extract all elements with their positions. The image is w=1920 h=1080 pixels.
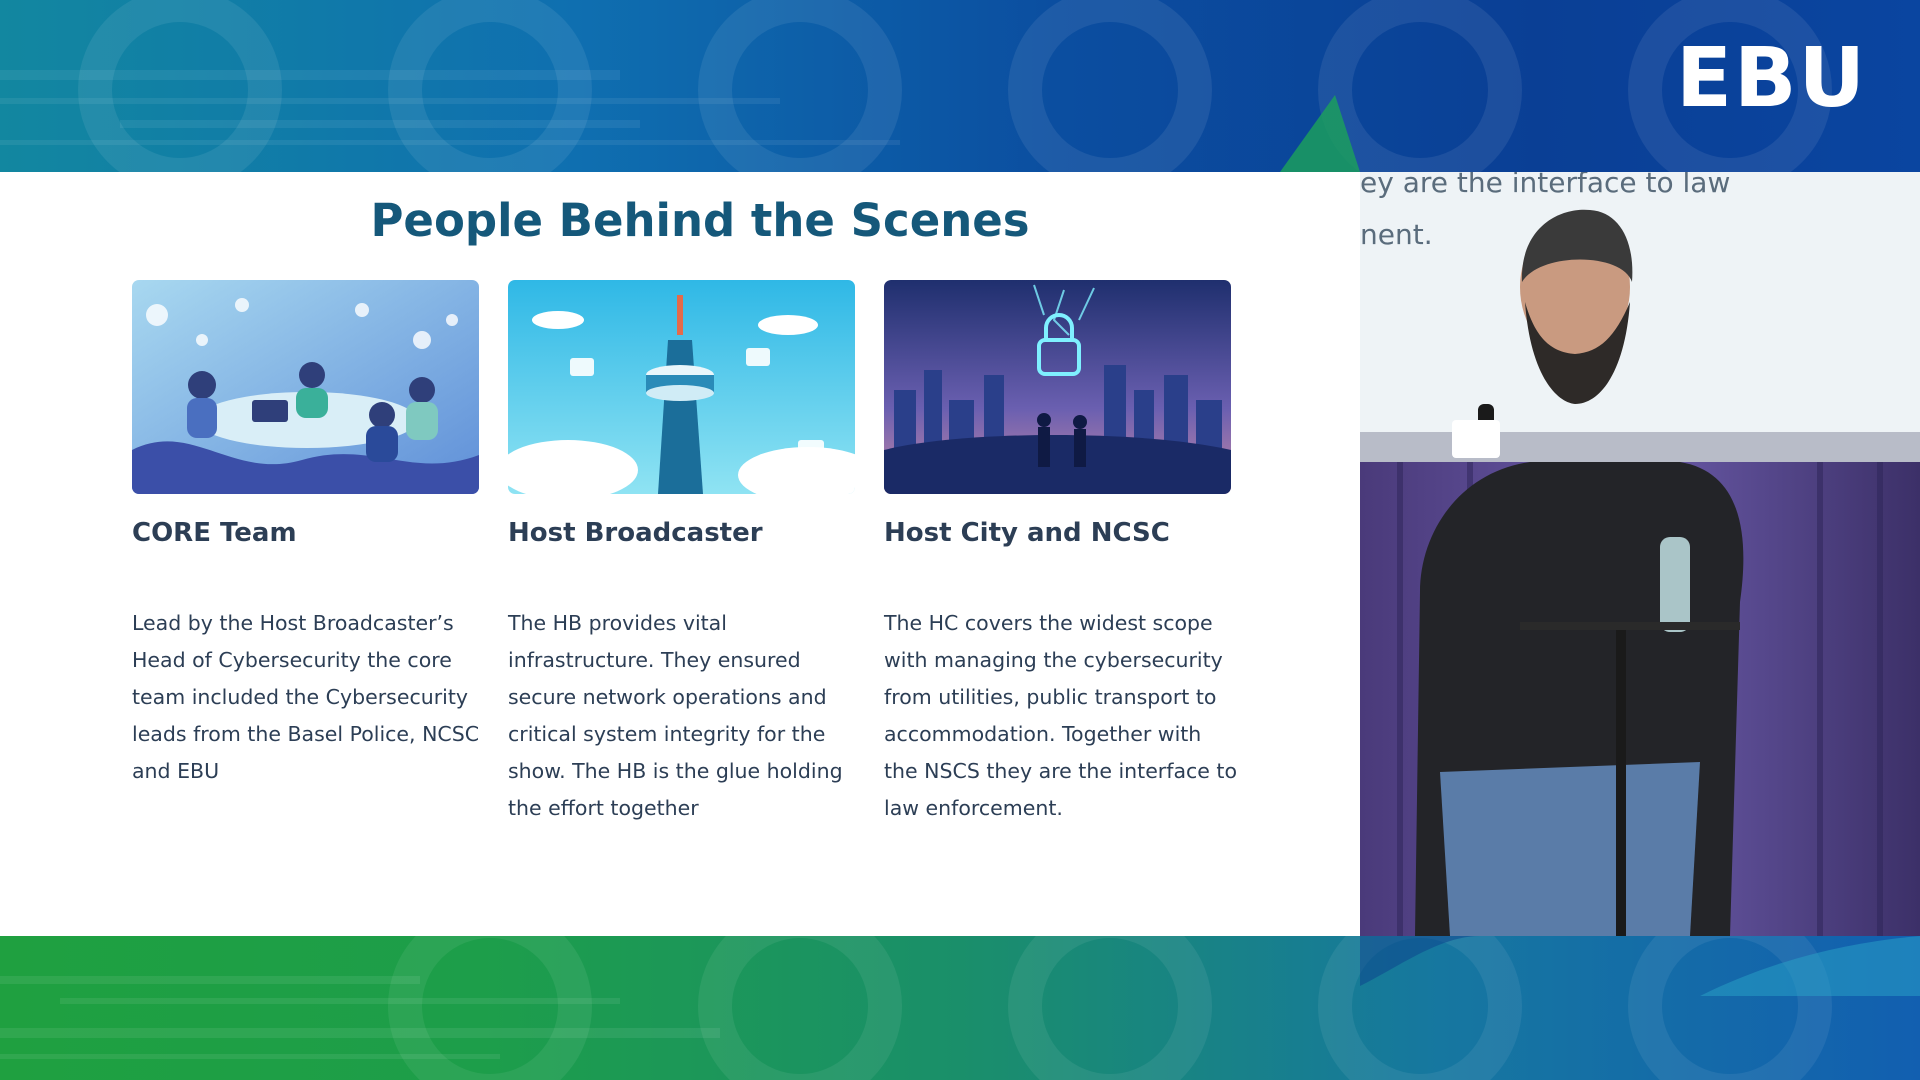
presenter-camera-feed: ey are the interface to law nent.: [1360, 172, 1920, 936]
bottom-banner-pattern: [0, 936, 1920, 1080]
presentation-slide: People Behind the Scenes CORE Team Host …: [0, 172, 1360, 936]
card-body-core-team: Lead by the Host Broadcaster’s Head of C…: [132, 611, 480, 783]
core-team-illustration: [132, 280, 479, 494]
projector-text-line-1: ey are the interface to law: [1360, 172, 1731, 199]
card-title-host-city-ncsc: Host City and NCSC: [884, 518, 1170, 548]
card-body-host-city-ncsc: The HC covers the widest scope with mana…: [884, 611, 1237, 820]
projector-text-line-2: nent.: [1360, 218, 1433, 251]
card-body-host-broadcaster: The HB provides vital infrastructure. Th…: [508, 611, 843, 820]
bottom-banner: [0, 936, 1920, 1080]
card-title-host-broadcaster: Host Broadcaster: [508, 518, 763, 548]
host-broadcaster-illustration: [508, 280, 855, 494]
host-city-ncsc-illustration: [884, 280, 1231, 494]
presenter-scene: [1360, 172, 1920, 936]
card-title-core-team: CORE Team: [132, 518, 297, 548]
top-banner-pattern: [0, 0, 1832, 172]
top-banner: EBU: [0, 0, 1920, 172]
slide-title: People Behind the Scenes: [370, 194, 1030, 247]
ebu-logo: EBU: [1676, 31, 1868, 126]
